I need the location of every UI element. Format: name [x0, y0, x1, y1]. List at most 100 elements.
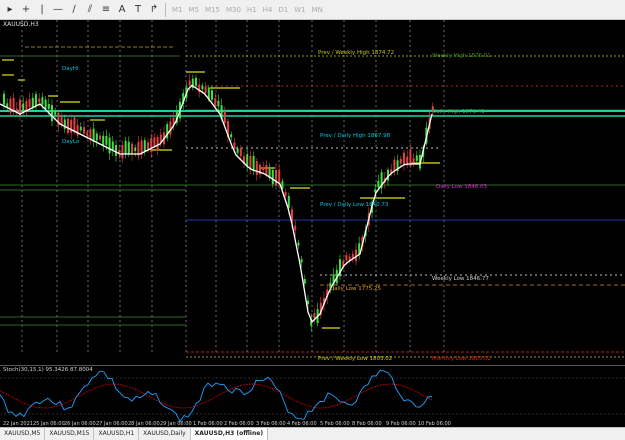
channel-icon[interactable]: ⫽: [84, 3, 96, 17]
chart-symbol-title: XAUUSD,H3: [3, 21, 39, 28]
chart-tab[interactable]: XAUUSD,M5: [0, 428, 46, 440]
candle-body: [239, 148, 242, 157]
candle-body: [79, 126, 82, 131]
candle-body: [211, 90, 213, 100]
candle-body: [351, 253, 354, 259]
candle-body: [201, 85, 204, 90]
candle-body: [409, 149, 412, 166]
candle-body: [67, 118, 69, 133]
price-level-label: Prev / Daily High 1867.98: [320, 133, 391, 139]
candle-body: [83, 127, 85, 134]
candle-body: [412, 158, 415, 163]
candle-body: [127, 141, 130, 155]
price-level-label: Daily Low 1775.25: [330, 286, 381, 292]
candle-body: [230, 134, 233, 138]
candle-body: [131, 143, 133, 155]
stochastic-svg[interactable]: 22 Jan 2021 25 Jan 06:00 26 Jan 06:00 27 Ja…: [0, 366, 625, 427]
candle-body: [108, 137, 111, 154]
timeframe-m1[interactable]: M1: [172, 6, 183, 14]
candle-body: [60, 116, 63, 125]
candle-body: [89, 129, 92, 140]
vertical-line-icon[interactable]: |: [36, 3, 48, 17]
timeframe-m15[interactable]: M15: [205, 6, 220, 14]
crosshair-icon[interactable]: +: [20, 3, 32, 17]
candle-body: [12, 98, 15, 111]
chart-tab[interactable]: XAUUSD,H3 (offline): [190, 428, 269, 440]
chart-tab[interactable]: XAUUSD,H1: [94, 428, 140, 440]
candle-body: [252, 155, 255, 172]
price-chart[interactable]: Prev / Weekly High 1874.72 Weekly High 18…: [0, 20, 625, 364]
candle-body: [393, 159, 396, 172]
label-tool-icon[interactable]: T: [132, 3, 144, 17]
chart-tab[interactable]: XAUUSD,M15: [45, 428, 95, 440]
candle-body: [294, 225, 297, 231]
stochastic-panel[interactable]: 22 Jan 2021 25 Jan 06:00 26 Jan 06:00 27 Ja…: [0, 365, 625, 427]
candle-body: [153, 137, 156, 146]
price-level-label: Daily Low 1848.03: [436, 184, 487, 190]
candle-body: [169, 121, 172, 135]
candle-body: [99, 135, 101, 140]
horizontal-line-icon[interactable]: —: [52, 3, 64, 17]
candle-body: [54, 111, 57, 115]
price-chart-svg[interactable]: Prev / Weekly High 1874.72 Weekly High 18…: [0, 20, 625, 364]
candle-body: [102, 135, 105, 145]
timeframe-h4[interactable]: H4: [263, 6, 273, 14]
stochastic-title: Stoch(30,15,1) 95.3426 87.8004: [3, 367, 93, 373]
timeframe-h1[interactable]: H1: [247, 6, 257, 14]
candle-body: [313, 313, 316, 318]
candle-body: [297, 242, 300, 246]
timeframe-mn[interactable]: MN: [312, 6, 323, 14]
candle-body: [233, 142, 236, 150]
candle-body: [105, 135, 108, 145]
candle-body: [35, 94, 37, 107]
cursor-icon[interactable]: ▸: [4, 3, 16, 17]
candle-body: [3, 93, 5, 105]
candle-body: [9, 98, 12, 113]
stoch-signal-line: [0, 383, 433, 409]
candle-body: [262, 167, 265, 171]
timeframe-m30[interactable]: M30: [226, 6, 241, 14]
trendline-icon[interactable]: ∕: [68, 3, 80, 17]
candle-body: [377, 180, 380, 188]
timeframe-w1[interactable]: W1: [294, 6, 305, 14]
candle-body: [223, 111, 226, 124]
price-level-label: Prev / Weekly High 1874.72: [318, 50, 394, 56]
candle-body: [115, 145, 117, 156]
toolbar-divider: [165, 2, 166, 17]
candle-body: [121, 144, 124, 159]
candle-body: [345, 255, 348, 261]
candle-body: [307, 300, 309, 305]
candle-body: [275, 169, 277, 186]
candle-body: [70, 119, 73, 133]
price-level-label: Prev / Daily Low 1840.73: [320, 202, 389, 208]
candle-body: [284, 191, 287, 197]
candle-body: [47, 103, 50, 109]
candle-body: [236, 148, 239, 153]
side-label: DayHi: [62, 66, 79, 72]
candle-body: [303, 278, 306, 284]
chart-tab[interactable]: XAUUSD,Daily: [139, 428, 191, 440]
candle-body: [41, 97, 44, 105]
timeframe-d1[interactable]: D1: [278, 6, 288, 14]
candle-body: [415, 155, 418, 161]
candle-body: [22, 103, 25, 111]
candle-body: [76, 125, 79, 136]
candle-body: [28, 99, 31, 108]
fibonacci-icon[interactable]: ≡: [100, 3, 112, 17]
side-label: DayLo: [62, 139, 80, 145]
candle-body: [86, 132, 89, 136]
candle-body: [355, 249, 357, 262]
text-tool-icon[interactable]: A: [116, 3, 128, 17]
timeframe-m5[interactable]: M5: [189, 6, 200, 14]
price-level-label: Monthly Low 1805.02: [432, 356, 491, 362]
candle-body: [204, 86, 207, 94]
price-level-label: Weekly High 1876.01: [432, 53, 491, 59]
arrow-tool-icon[interactable]: ↱: [148, 3, 160, 17]
candle-body: [214, 98, 217, 106]
candle-body: [399, 158, 402, 164]
candle-body: [73, 117, 76, 133]
candle-body: [217, 100, 220, 107]
candle-body: [287, 196, 290, 208]
candle-body: [195, 77, 197, 86]
candle-body: [255, 161, 258, 176]
